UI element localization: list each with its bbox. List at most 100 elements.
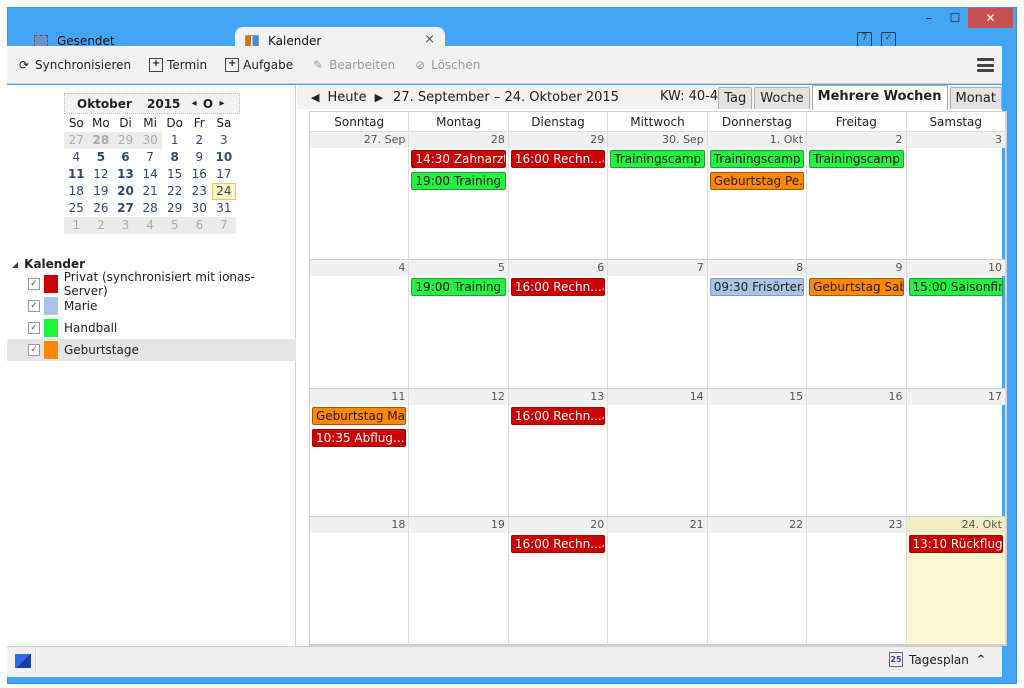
- day-cell[interactable]: 19: [409, 516, 509, 644]
- day-number[interactable]: 1. Okt: [707, 132, 807, 148]
- delete-button[interactable]: ⊘ Löschen: [413, 58, 480, 72]
- view-tab-tag[interactable]: Tag: [718, 87, 753, 109]
- day-cell[interactable]: 8 09:30 Frisörter...: [707, 260, 808, 388]
- mini-month-day[interactable]: 25: [64, 200, 89, 217]
- day-cell[interactable]: 3: [906, 132, 1006, 260]
- mini-month-day[interactable]: 10: [212, 149, 237, 166]
- mini-month-day[interactable]: 2: [88, 217, 114, 234]
- calendar-events-icon[interactable]: 7: [857, 32, 872, 47]
- day-number[interactable]: 24. Okt: [906, 516, 1005, 533]
- day-number[interactable]: 7: [608, 260, 707, 277]
- day-number[interactable]: 11: [310, 388, 409, 405]
- calendar-checkbox[interactable]: ✓: [28, 300, 40, 312]
- next-icon[interactable]: ▶: [367, 91, 391, 104]
- day-number[interactable]: 15: [707, 388, 807, 405]
- close-window-button[interactable]: ✕: [968, 8, 1013, 28]
- mini-month-day[interactable]: 18: [64, 183, 89, 200]
- day-number[interactable]: 13: [508, 388, 608, 405]
- view-tab-mehrere-wochen[interactable]: Mehrere Wochen: [811, 85, 948, 110]
- day-number[interactable]: 8: [707, 260, 807, 277]
- mini-month-day[interactable]: 12: [89, 166, 114, 183]
- day-number[interactable]: 23: [807, 516, 906, 533]
- day-number[interactable]: 19: [409, 516, 508, 533]
- mini-month-day[interactable]: 28: [88, 132, 114, 149]
- day-cell[interactable]: 21: [608, 516, 708, 644]
- mini-month-day[interactable]: 27: [113, 200, 138, 217]
- day-cell[interactable]: 14: [608, 388, 708, 516]
- mini-month-name[interactable]: Oktober: [77, 97, 147, 111]
- event-item[interactable]: 19:00 Training: [411, 172, 506, 190]
- mini-month-day[interactable]: 30: [137, 132, 163, 149]
- day-number[interactable]: 12: [409, 388, 508, 405]
- close-tab-icon[interactable]: ×: [424, 32, 435, 47]
- event-item[interactable]: Trainingscamp: [610, 150, 705, 168]
- mini-month-prev-icon[interactable]: ◂: [187, 98, 201, 109]
- event-item[interactable]: 16:00 Rechn...🔔: [510, 406, 606, 425]
- mini-month-day[interactable]: 17: [212, 166, 237, 183]
- mini-month-year[interactable]: 2015: [147, 97, 187, 111]
- maximize-button[interactable]: ☐: [942, 8, 968, 28]
- day-number[interactable]: 10: [906, 260, 1005, 277]
- today-pane-toggle[interactable]: 25 Tagesplan ^: [889, 652, 985, 667]
- day-number[interactable]: 22: [707, 516, 807, 533]
- event-item[interactable]: 13:10 Rückflug: [908, 534, 1003, 553]
- day-cell[interactable]: 9 Geburtstag Sab...: [807, 260, 907, 388]
- day-cell[interactable]: 15: [707, 388, 808, 516]
- event-item[interactable]: 16:00 Rechn...🔔: [510, 150, 606, 168]
- event-item[interactable]: 09:30 Frisörter...: [709, 278, 805, 297]
- day-cell[interactable]: 28 14:30 Zahnarztt... 19:00 Training: [409, 132, 509, 260]
- day-number[interactable]: 16: [807, 388, 906, 405]
- network-status-icon[interactable]: [15, 654, 31, 668]
- view-tab-monat[interactable]: Monat: [949, 87, 1002, 109]
- new-task-button[interactable]: + Aufgabe: [225, 57, 293, 72]
- day-cell[interactable]: 12: [409, 388, 509, 516]
- day-cell[interactable]: 30. Sep Trainingscamp: [608, 132, 708, 260]
- mini-month-day[interactable]: 16: [187, 166, 212, 183]
- calendar-item-geburtstage[interactable]: ✓ Geburtstage: [7, 339, 296, 361]
- day-cell-today[interactable]: 24. Okt 13:10 Rückflug: [906, 516, 1006, 644]
- mini-month-day[interactable]: 28: [138, 200, 163, 217]
- day-cell[interactable]: 2 Trainingscamp: [807, 132, 907, 260]
- event-item[interactable]: 16:00 Rechn...🔔: [510, 534, 606, 553]
- collapse-triangle-icon[interactable]: ◢: [12, 260, 18, 269]
- mini-month-day[interactable]: 31: [212, 200, 237, 217]
- event-item[interactable]: 16:00 Rechn...🔔: [510, 278, 606, 297]
- event-item[interactable]: Geburtstag Pe...: [709, 172, 805, 190]
- mini-month-day-selected[interactable]: 24: [211, 183, 237, 200]
- day-number[interactable]: 29: [508, 132, 608, 148]
- day-number[interactable]: 20: [508, 516, 608, 533]
- mini-month-day[interactable]: 4: [64, 149, 89, 166]
- event-item[interactable]: Geburtstag Ma...: [312, 406, 407, 425]
- mini-month-day[interactable]: 9: [187, 149, 212, 166]
- day-cell[interactable]: 2016:00 Rechn...🔔: [508, 516, 609, 644]
- day-cell[interactable]: 1. Okt Trainingscamp Geburtstag Pe...: [707, 132, 808, 260]
- day-cell[interactable]: 5 19:00 Training: [409, 260, 509, 388]
- edit-button[interactable]: ✎ Bearbeiten: [311, 58, 395, 72]
- day-cell[interactable]: 22: [707, 516, 808, 644]
- mini-month-day[interactable]: 4: [137, 217, 163, 234]
- mini-month-day[interactable]: 27: [64, 132, 89, 149]
- mini-month-day[interactable]: 3: [113, 217, 138, 234]
- hamburger-menu-icon[interactable]: [977, 58, 994, 72]
- day-number[interactable]: 5: [409, 260, 508, 277]
- mini-month-day[interactable]: 15: [162, 166, 187, 183]
- day-cell[interactable]: 616:00 Rechn...🔔: [508, 260, 609, 388]
- event-item[interactable]: Geburtstag Sab...: [809, 278, 904, 297]
- day-number[interactable]: 21: [608, 516, 707, 533]
- calendar-checkbox[interactable]: ✓: [28, 278, 40, 290]
- mini-month-day[interactable]: 21: [138, 183, 163, 200]
- previous-icon[interactable]: ◀: [303, 91, 327, 104]
- mini-month-day[interactable]: 11: [64, 166, 89, 183]
- mini-month-day[interactable]: 1: [162, 132, 187, 149]
- day-cell[interactable]: 16: [807, 388, 907, 516]
- calendar-checkbox[interactable]: ✓: [28, 322, 40, 334]
- mini-month-day[interactable]: 23: [187, 183, 212, 200]
- mini-month-day[interactable]: 14: [138, 166, 163, 183]
- mini-month-day[interactable]: 7: [211, 217, 237, 234]
- mini-month-today-icon[interactable]: O: [201, 97, 215, 111]
- day-cell[interactable]: 7: [608, 260, 708, 388]
- sync-button[interactable]: ⟳ Synchronisieren: [17, 58, 131, 72]
- mini-month-day[interactable]: 5: [162, 217, 187, 234]
- mini-month-day[interactable]: 3: [212, 132, 237, 149]
- day-number[interactable]: 14: [608, 388, 707, 405]
